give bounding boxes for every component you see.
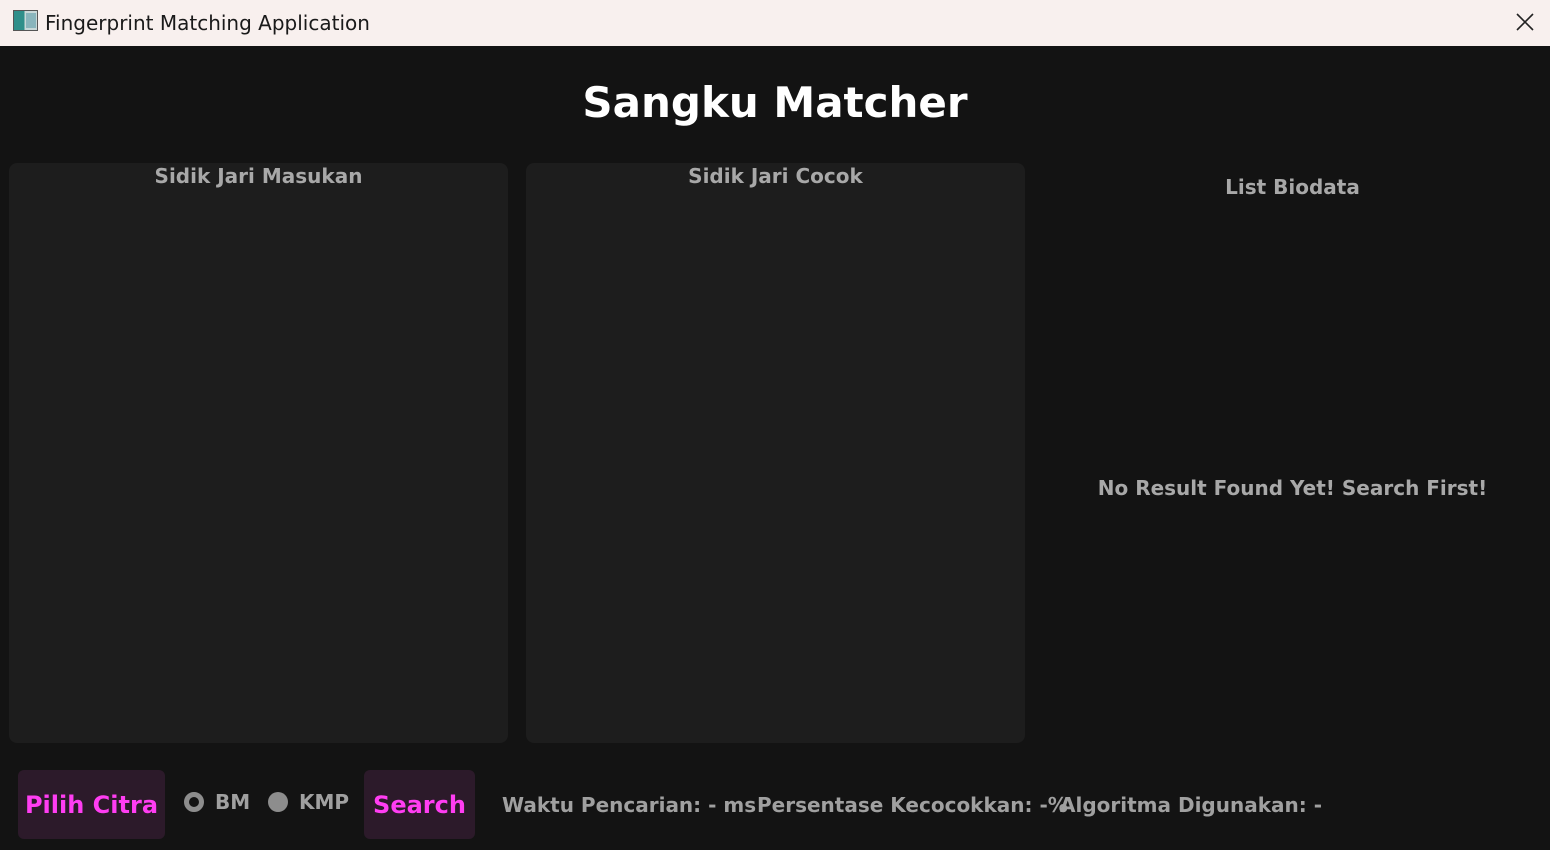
- radio-bm-label: BM: [215, 790, 251, 814]
- radio-kmp-label: KMP: [299, 790, 350, 814]
- input-fingerprint-image: [21, 203, 496, 731]
- radio-kmp-indicator[interactable]: [268, 792, 288, 812]
- algorithm-used-stat: Algoritma Digunakan: -: [1060, 793, 1323, 817]
- input-fingerprint-panel: Sidik Jari Masukan: [9, 163, 508, 743]
- search-button[interactable]: Search: [364, 770, 475, 839]
- input-fingerprint-title: Sidik Jari Masukan: [154, 164, 363, 188]
- app-icon: [13, 10, 38, 31]
- matched-fingerprint-panel: Sidik Jari Cocok: [526, 163, 1025, 743]
- match-percentage-stat: Persentase Kecocokkan: -%: [757, 793, 1068, 817]
- biodata-list-title: List Biodata: [1225, 175, 1360, 199]
- biodata-empty-message: No Result Found Yet! Search First!: [1097, 476, 1488, 500]
- pick-image-button[interactable]: Pilih Citra: [18, 770, 165, 839]
- matched-fingerprint-title: Sidik Jari Cocok: [688, 164, 863, 188]
- title-bar: Fingerprint Matching Application: [0, 0, 1550, 46]
- search-time-stat: Waktu Pencarian: - ms: [502, 793, 757, 817]
- close-icon: [1516, 13, 1534, 31]
- close-button[interactable]: [1508, 6, 1542, 38]
- window-title: Fingerprint Matching Application: [45, 11, 370, 35]
- radio-bm[interactable]: BM: [184, 790, 250, 814]
- radio-bm-indicator[interactable]: [184, 792, 204, 812]
- matched-fingerprint-image: [538, 203, 1013, 731]
- radio-kmp[interactable]: KMP: [268, 790, 349, 814]
- page-title: Sangku Matcher: [582, 78, 968, 127]
